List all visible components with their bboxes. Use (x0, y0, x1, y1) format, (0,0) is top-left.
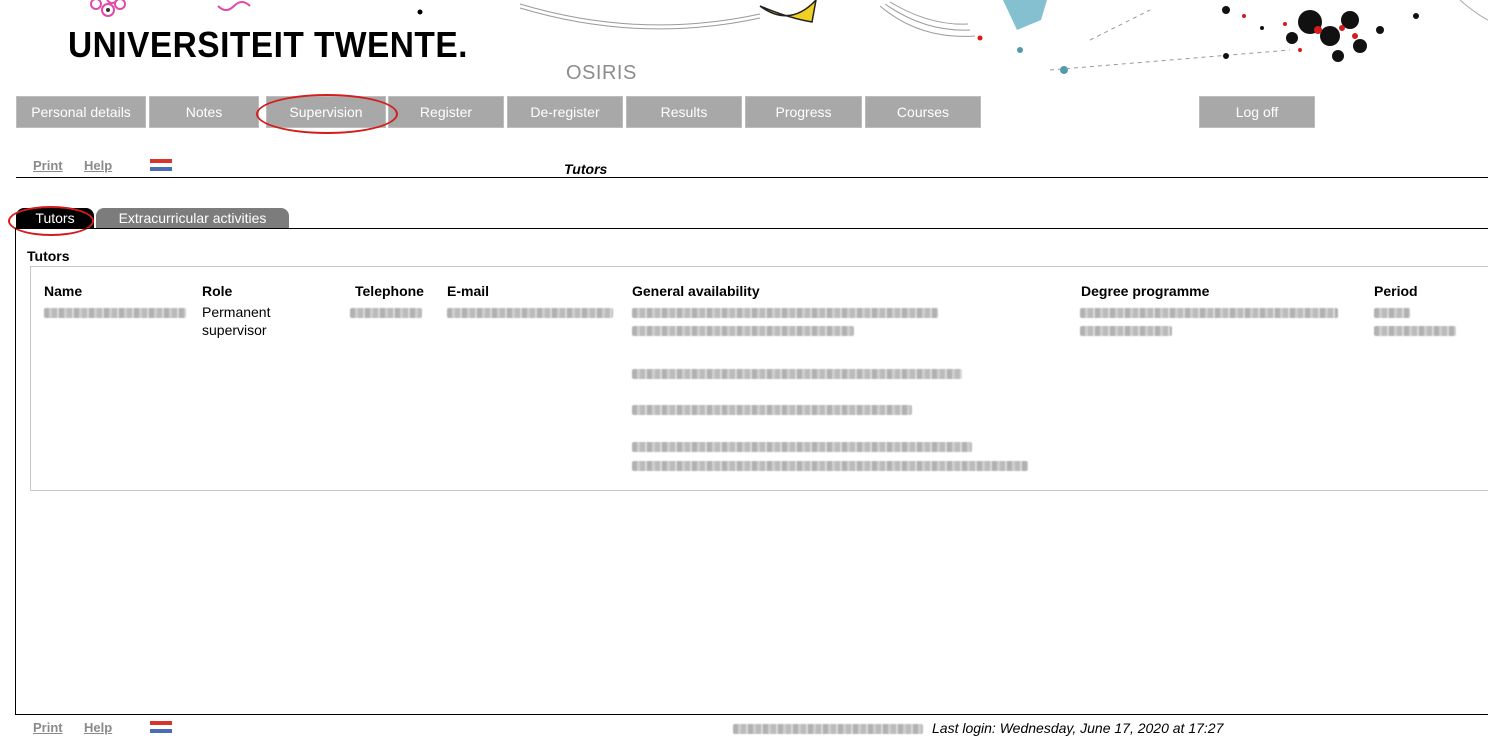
tutor-email-redacted[interactable] (447, 308, 613, 318)
availability-redacted-line (632, 461, 1028, 471)
nav-de-register[interactable]: De-register (507, 96, 623, 128)
col-header-period: Period (1374, 283, 1418, 299)
programme-redacted-line (1080, 308, 1338, 318)
page-title: Tutors (564, 161, 608, 177)
col-header-programme: Degree programme (1081, 283, 1210, 299)
col-header-email: E-mail (447, 283, 490, 299)
footer-help-link[interactable]: Help (84, 720, 112, 735)
availability-redacted-line (632, 308, 938, 318)
nav-progress[interactable]: Progress (745, 96, 862, 128)
period-redacted-line (1374, 326, 1456, 336)
university-logo: UNIVERSITEIT TWENTE. (68, 24, 468, 65)
print-link[interactable]: Print (33, 158, 63, 173)
nav-register[interactable]: Register (388, 96, 504, 128)
col-header-telephone: Telephone (355, 283, 424, 299)
nav-courses[interactable]: Courses (865, 96, 981, 128)
nav-personal-details[interactable]: Personal details (16, 96, 146, 128)
nav-supervision[interactable]: Supervision (266, 96, 386, 128)
col-header-availability: General availability (632, 283, 760, 299)
help-link[interactable]: Help (84, 158, 112, 173)
col-header-name: Name (44, 283, 83, 299)
language-flag-icon[interactable] (150, 159, 172, 171)
tutor-role-line2: supervisor (202, 322, 267, 338)
footer-language-flag-icon[interactable] (150, 721, 172, 733)
header-banner: UNIVERSITEIT TWENTE. OSIRIS (0, 0, 1488, 92)
availability-redacted-line (632, 326, 854, 336)
user-name-redacted (733, 724, 923, 734)
app-name: OSIRIS (566, 62, 637, 84)
programme-redacted-line (1080, 326, 1172, 336)
section-title: Tutors (27, 248, 70, 264)
nav-results[interactable]: Results (626, 96, 742, 128)
col-header-role: Role (202, 283, 233, 299)
logoff-button[interactable]: Log off (1199, 96, 1315, 128)
last-login-text: Last login: Wednesday, June 17, 2020 at … (932, 720, 1224, 736)
footer-print-link[interactable]: Print (33, 720, 63, 735)
tutor-telephone-redacted (350, 308, 422, 318)
availability-redacted-line (632, 442, 972, 452)
tab-tutors[interactable]: Tutors (16, 208, 94, 228)
availability-redacted-line (632, 369, 962, 379)
tab-extracurricular-activities[interactable]: Extracurricular activities (96, 208, 289, 228)
period-redacted-line (1374, 308, 1410, 318)
nav-notes[interactable]: Notes (149, 96, 259, 128)
toolbar-divider (16, 177, 1488, 178)
tutor-role-line1: Permanent (202, 304, 271, 320)
tutor-name-redacted (44, 308, 186, 318)
tutor-role: Permanent supervisor (202, 303, 270, 339)
availability-redacted-line (632, 405, 912, 415)
